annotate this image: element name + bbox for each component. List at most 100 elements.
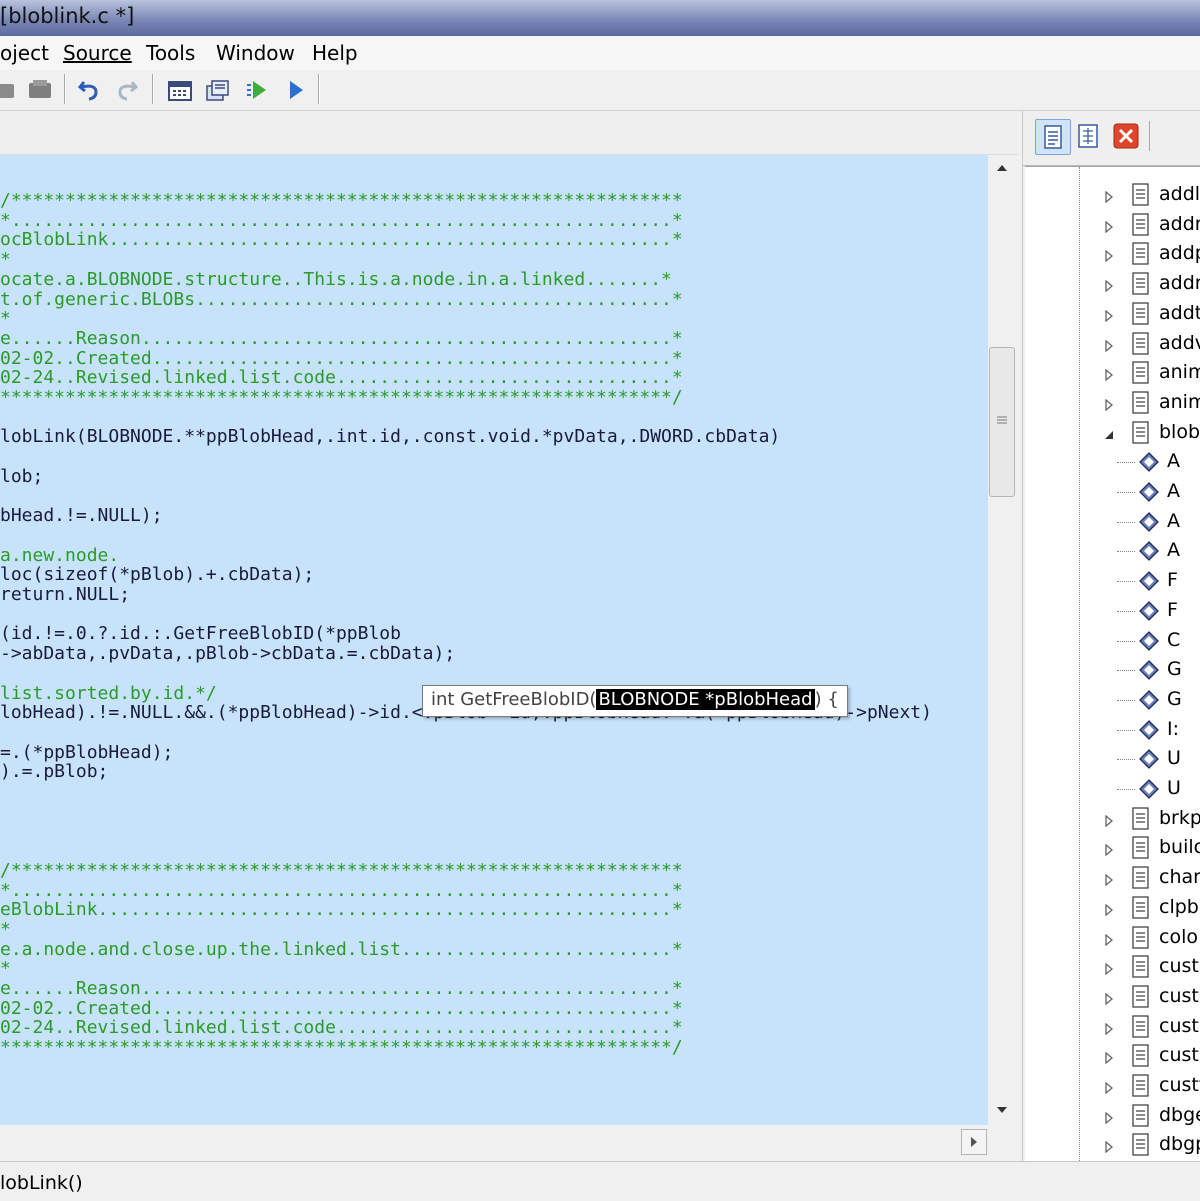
class-view-icon[interactable] [1077,123,1099,149]
expand-arrow-icon[interactable] [1103,814,1115,827]
function-icon [1139,482,1159,502]
expand-arrow-icon[interactable] [1103,339,1115,352]
function-icon [1139,630,1159,651]
menu-tools[interactable]: Tools [146,41,195,65]
tree-item-label: A [1167,539,1180,562]
expand-arrow-icon[interactable] [1103,963,1115,976]
tree-item-label: addt [1159,301,1200,324]
expand-arrow-icon[interactable] [1103,309,1115,322]
status-text: lobLink() [0,1172,83,1194]
tree-item-label: custl [1159,1044,1200,1067]
code-line: * [0,918,11,940]
scroll-down-icon[interactable] [995,1105,1009,1115]
signature-tooltip: int GetFreeBlobID(BLOBNODE *pBlobHead) { [422,685,848,717]
collapse-arrow-icon[interactable] [1103,429,1115,441]
tree-item-label: G [1167,658,1182,681]
expand-arrow-icon[interactable] [1103,1052,1115,1065]
tree-connector [1117,789,1135,790]
tooltip-param-highlight: BLOBNODE *pBlobHead [596,689,815,710]
expand-arrow-icon[interactable] [1103,1082,1115,1094]
code-line: /***************************************… [0,859,683,881]
horizontal-scrollbar[interactable] [0,1125,1018,1161]
tree-item-label: A [1167,450,1180,473]
file-icon [1132,213,1149,236]
code-line: * [0,308,11,330]
expand-arrow-icon[interactable] [1103,280,1115,293]
expand-arrow-icon[interactable] [1103,1141,1115,1154]
tree-item-label: builc [1159,836,1200,859]
save-all-icon[interactable] [204,76,232,104]
menu-project[interactable]: oject [0,41,49,65]
document-icon [1044,125,1062,149]
function-icon [1139,689,1159,710]
code-line: e.a.node.and.close.up.the.linked.list...… [0,938,683,960]
calendar-icon[interactable] [166,76,194,104]
expand-arrow-icon[interactable] [1103,398,1115,411]
file-icon [1132,955,1149,978]
tree-item-label: dbgp [1159,1133,1200,1156]
tree-item-label: A [1167,480,1180,502]
expand-arrow-icon[interactable] [1103,191,1115,203]
function-icon [1139,779,1159,799]
tree-item-label: U [1167,777,1181,799]
expand-arrow-icon[interactable] [1103,992,1115,1005]
scrollbar-thumb[interactable] [989,347,1015,497]
expand-arrow-icon[interactable] [1103,1022,1115,1035]
function-icon [1139,511,1159,532]
tree-item-label: U [1167,747,1181,770]
code-line: /***************************************… [0,190,683,211]
code-editor[interactable]: /***************************************… [0,155,988,1125]
tree-connector [1117,729,1135,731]
run-icon[interactable] [244,76,272,104]
document-view-button[interactable] [1035,119,1071,155]
tree-item-label: F [1167,569,1178,592]
file-icon [1132,242,1149,266]
expand-arrow-icon[interactable] [1103,903,1115,916]
menu-source[interactable]: Source [63,41,132,65]
file-icon [1132,985,1149,1008]
code-line: 02-02..Created..........................… [0,347,683,369]
tree-item-label: custe [1159,984,1200,1007]
scroll-up-icon[interactable] [995,163,1009,173]
editor-tabbar [0,111,1018,155]
undo-icon[interactable] [76,76,104,104]
file-icon [1132,183,1149,206]
expand-arrow-icon[interactable] [1103,933,1115,946]
expand-arrow-icon[interactable] [1103,250,1115,263]
expand-arrow-icon[interactable] [1103,220,1115,233]
code-line: ->abData,.pvData,.pBlob->cbData.=.cbData… [0,643,456,665]
tree-item-label: addp [1159,242,1200,265]
menu-window[interactable]: Window [216,41,295,65]
file-icon [1132,361,1149,384]
code-line: *.......................................… [0,879,683,901]
tooltip-suffix: ) { [814,689,839,710]
menu-help[interactable]: Help [312,41,358,65]
tree-item-label: C [1167,628,1181,651]
paste-icon[interactable] [26,76,54,104]
cut-icon[interactable] [0,76,20,104]
function-icon [1139,600,1159,621]
tree-connector [1117,462,1135,464]
scroll-right-button[interactable] [961,1129,987,1155]
code-line: e......Reason...........................… [0,327,683,349]
file-icon [1132,1044,1149,1067]
symbol-tree[interactable]: addladdraddpaddraddtaddvanimanimblobAAAA… [1025,166,1200,1161]
tree-connector [1117,551,1135,553]
expand-arrow-icon[interactable] [1103,844,1115,857]
window-titlebar: [bloblink.c *] [0,0,1200,36]
expand-arrow-icon[interactable] [1103,369,1115,382]
window-title: [bloblink.c *] [0,4,135,28]
expand-arrow-icon[interactable] [1103,874,1115,887]
close-icon[interactable] [1113,123,1139,149]
function-icon [1139,541,1159,562]
vertical-scrollbar[interactable] [988,155,1018,1125]
file-icon [1132,1074,1149,1097]
function-icon [1139,660,1159,681]
expand-arrow-icon[interactable] [1103,1111,1115,1124]
toolbar-separator [318,74,320,104]
code-line: a.new.node. [0,544,120,566]
tree-item-label: brkp [1159,806,1200,829]
function-icon [1139,749,1159,770]
redo-icon[interactable] [112,76,140,104]
debug-run-icon[interactable] [282,76,310,104]
